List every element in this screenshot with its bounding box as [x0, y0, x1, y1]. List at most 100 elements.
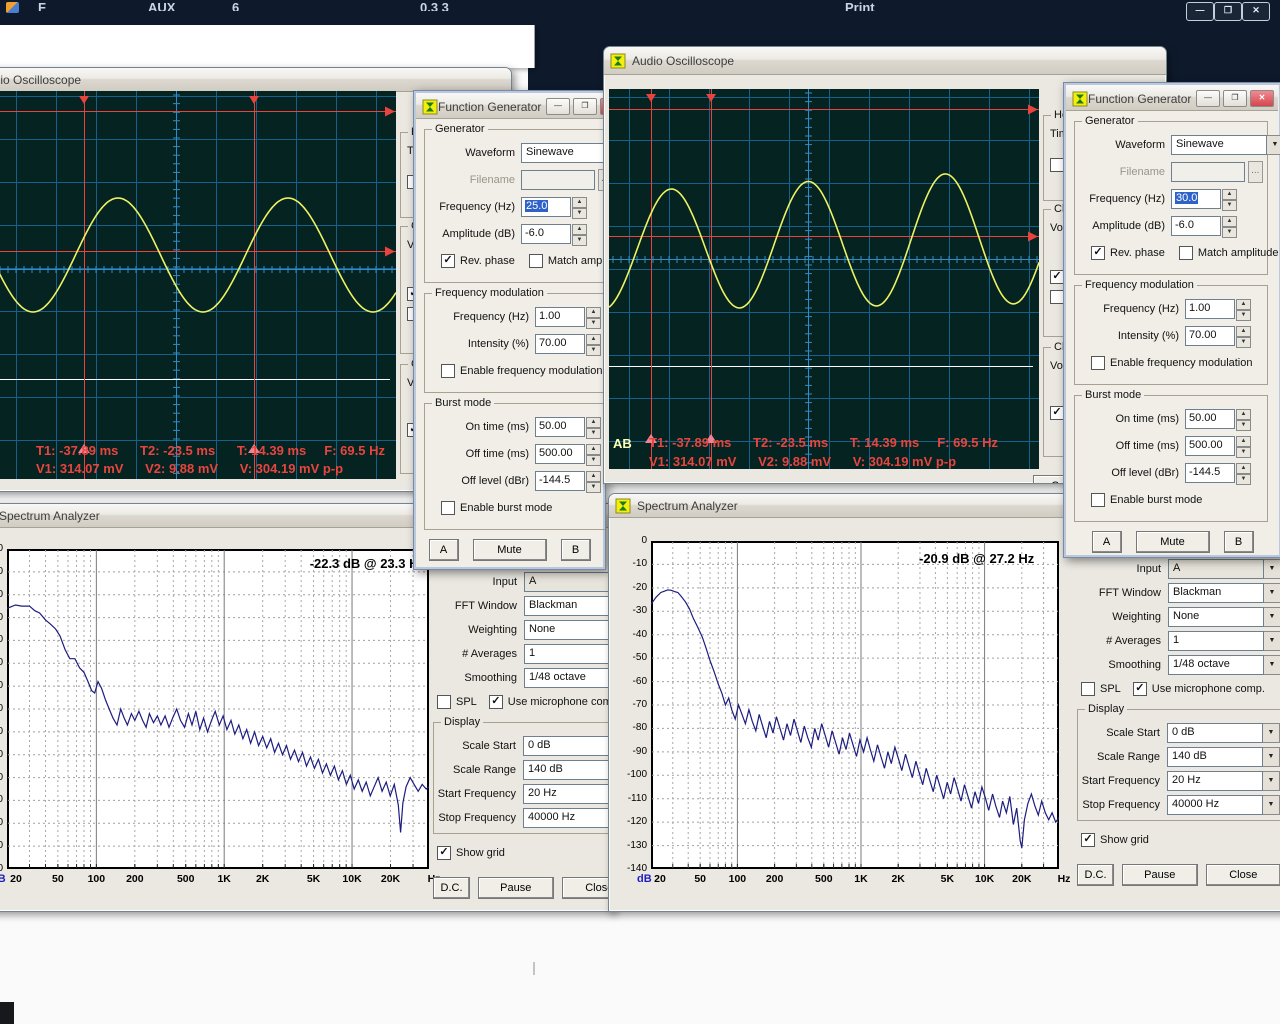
burst-level-input[interactable]: -144.5 — [1185, 463, 1235, 483]
restore-button[interactable]: ❐ — [1223, 90, 1247, 107]
pause-button[interactable]: Pause — [1122, 864, 1197, 886]
restore-button[interactable]: ❐ — [573, 98, 597, 115]
amplitude-input[interactable]: -6.0 — [1171, 216, 1221, 236]
averages-select[interactable]: 1▼ — [524, 644, 614, 664]
fm-frequency-input[interactable]: 1.00 — [535, 307, 585, 327]
chevron-down-icon[interactable]: ▼ — [1267, 135, 1280, 155]
function-generator-window-left[interactable]: Function Generator — ❐ ✕ Generator Wavef… — [413, 90, 606, 570]
fft-window-select[interactable]: Blackman▼ — [524, 596, 614, 616]
input-select[interactable]: A▼ — [1168, 559, 1280, 579]
match-amplitude-checkbox[interactable]: Match amplitude — [529, 254, 606, 268]
burst-off-input[interactable]: 500.00 — [1185, 436, 1235, 456]
chevron-down-icon[interactable]: ▼ — [1264, 631, 1280, 651]
frequency-spinner[interactable]: ▲▼ — [572, 197, 587, 217]
frequency-spinner[interactable]: ▲▼ — [1222, 189, 1237, 209]
chevron-down-icon[interactable]: ▼ — [1263, 771, 1280, 791]
burst-off-input[interactable]: 500.00 — [535, 444, 585, 464]
burst-on-spinner[interactable]: ▲▼ — [586, 417, 601, 437]
rev-phase-checkbox[interactable]: ✓Rev. phase — [1091, 246, 1165, 260]
function-generator-titlebar[interactable]: Function Generator — ❐ ✕ — [416, 93, 606, 119]
minimize-button[interactable]: — — [1186, 2, 1214, 21]
channel-b-button[interactable]: B — [561, 539, 591, 561]
dc-button[interactable]: D.C. — [433, 877, 470, 899]
burst-on-input[interactable]: 50.00 — [535, 417, 585, 437]
fft-window-select[interactable]: Blackman▼ — [1168, 583, 1280, 603]
mic-comp-checkbox[interactable]: ✓Use microphone comp. — [1133, 682, 1265, 696]
show-grid-checkbox[interactable]: ✓Show grid — [437, 846, 505, 860]
burst-off-spinner[interactable]: ▲▼ — [586, 444, 601, 464]
amplitude-input[interactable]: -6.0 — [521, 224, 571, 244]
scale-range-select[interactable]: 140 dB▼ — [1167, 747, 1280, 767]
burst-level-input[interactable]: -144.5 — [535, 471, 585, 491]
chevron-down-icon[interactable]: ▼ — [1264, 559, 1280, 579]
smoothing-select[interactable]: 1/48 octave▼ — [524, 668, 614, 688]
browse-button[interactable]: ... — [1248, 161, 1263, 183]
enable-fm-checkbox[interactable]: Enable frequency modulation — [441, 364, 602, 378]
frequency-input[interactable]: 30.0 — [1171, 189, 1221, 209]
input-select[interactable]: A▼ — [524, 572, 614, 592]
waveform-select[interactable]: Sinewave ▼ — [521, 143, 606, 163]
fm-frequency-spinner[interactable]: ▲▼ — [1236, 299, 1251, 319]
function-generator-titlebar[interactable]: Function Generator — ❐ ✕ — [1066, 85, 1278, 111]
fm-intensity-spinner[interactable]: ▲▼ — [1236, 326, 1251, 346]
waveform-select[interactable]: Sinewave ▼ — [1171, 135, 1280, 155]
mic-comp-checkbox[interactable]: ✓Use microphone comp — [489, 695, 614, 709]
spl-checkbox[interactable]: SPL — [437, 695, 477, 709]
stop-frequency-select[interactable]: 40000 Hz▼ — [523, 808, 614, 828]
show-grid-checkbox[interactable]: ✓Show grid — [1081, 833, 1149, 847]
scale-start-select[interactable]: 0 dB▼ — [1167, 723, 1280, 743]
chevron-down-icon[interactable]: ▼ — [1264, 607, 1280, 627]
fm-frequency-input[interactable]: 1.00 — [1185, 299, 1235, 319]
chevron-down-icon[interactable]: ▼ — [1263, 723, 1280, 743]
averages-select[interactable]: 1▼ — [1168, 631, 1280, 651]
close-button[interactable]: Close — [562, 877, 614, 899]
fm-frequency-spinner[interactable]: ▲▼ — [586, 307, 601, 327]
match-amplitude-checkbox[interactable]: Match amplitude — [1179, 246, 1279, 260]
fm-intensity-input[interactable]: 70.00 — [535, 334, 585, 354]
burst-on-input[interactable]: 50.00 — [1185, 409, 1235, 429]
oscilloscope-titlebar[interactable]: Audio Oscilloscope — [604, 47, 1166, 75]
chevron-down-icon[interactable]: ▼ — [1264, 655, 1280, 675]
dc-button[interactable]: D.C. — [1077, 864, 1114, 886]
stop-frequency-select[interactable]: 40000 Hz▼ — [1167, 795, 1280, 815]
start-frequency-select[interactable]: 20 Hz▼ — [523, 784, 614, 804]
start-frequency-select[interactable]: 20 Hz▼ — [1167, 771, 1280, 791]
frequency-input[interactable]: 25.0 — [521, 197, 571, 217]
weighting-select[interactable]: None▼ — [524, 620, 614, 640]
fm-intensity-input[interactable]: 70.00 — [1185, 326, 1235, 346]
function-generator-window-right[interactable]: Function Generator — ❐ ✕ Generator Wavef… — [1063, 82, 1280, 558]
rev-phase-checkbox[interactable]: ✓Rev. phase — [441, 254, 515, 268]
minimize-button[interactable]: — — [546, 98, 570, 115]
pause-button[interactable]: Pause — [478, 877, 553, 899]
enable-burst-checkbox[interactable]: Enable burst mode — [441, 501, 552, 515]
restore-button[interactable]: ❐ — [1214, 2, 1242, 21]
channel-a-button[interactable]: A — [1092, 531, 1122, 553]
weighting-select[interactable]: None▼ — [1168, 607, 1280, 627]
chevron-down-icon[interactable]: ▼ — [1264, 583, 1280, 603]
spl-checkbox[interactable]: SPL — [1081, 682, 1121, 696]
minimize-button[interactable]: — — [1196, 90, 1220, 107]
burst-level-spinner[interactable]: ▲▼ — [1236, 463, 1251, 483]
window-controls: — ❐ ✕ — [1193, 90, 1274, 107]
enable-fm-checkbox[interactable]: Enable frequency modulation — [1091, 356, 1252, 370]
oscilloscope-titlebar[interactable]: Audio Oscilloscope — [0, 68, 511, 92]
channel-b-button[interactable]: B — [1224, 531, 1254, 553]
mute-button[interactable]: Mute — [1136, 531, 1210, 553]
close-button[interactable]: ✕ — [1250, 90, 1274, 107]
smoothing-select[interactable]: 1/48 octave▼ — [1168, 655, 1280, 675]
burst-on-spinner[interactable]: ▲▼ — [1236, 409, 1251, 429]
burst-level-spinner[interactable]: ▲▼ — [586, 471, 601, 491]
chevron-down-icon[interactable]: ▼ — [1263, 747, 1280, 767]
close-button[interactable]: ✕ — [1242, 2, 1270, 21]
enable-burst-checkbox[interactable]: Enable burst mode — [1091, 493, 1202, 507]
scale-start-select[interactable]: 0 dB▼ — [523, 736, 614, 756]
channel-a-button[interactable]: A — [429, 539, 459, 561]
close-button[interactable]: Close — [1206, 864, 1280, 886]
scale-range-select[interactable]: 140 dB▼ — [523, 760, 614, 780]
amplitude-spinner[interactable]: ▲▼ — [572, 224, 587, 244]
burst-off-spinner[interactable]: ▲▼ — [1236, 436, 1251, 456]
chevron-down-icon[interactable]: ▼ — [1263, 795, 1280, 815]
fm-intensity-spinner[interactable]: ▲▼ — [586, 334, 601, 354]
mute-button[interactable]: Mute — [473, 539, 547, 561]
amplitude-spinner[interactable]: ▲▼ — [1222, 216, 1237, 236]
